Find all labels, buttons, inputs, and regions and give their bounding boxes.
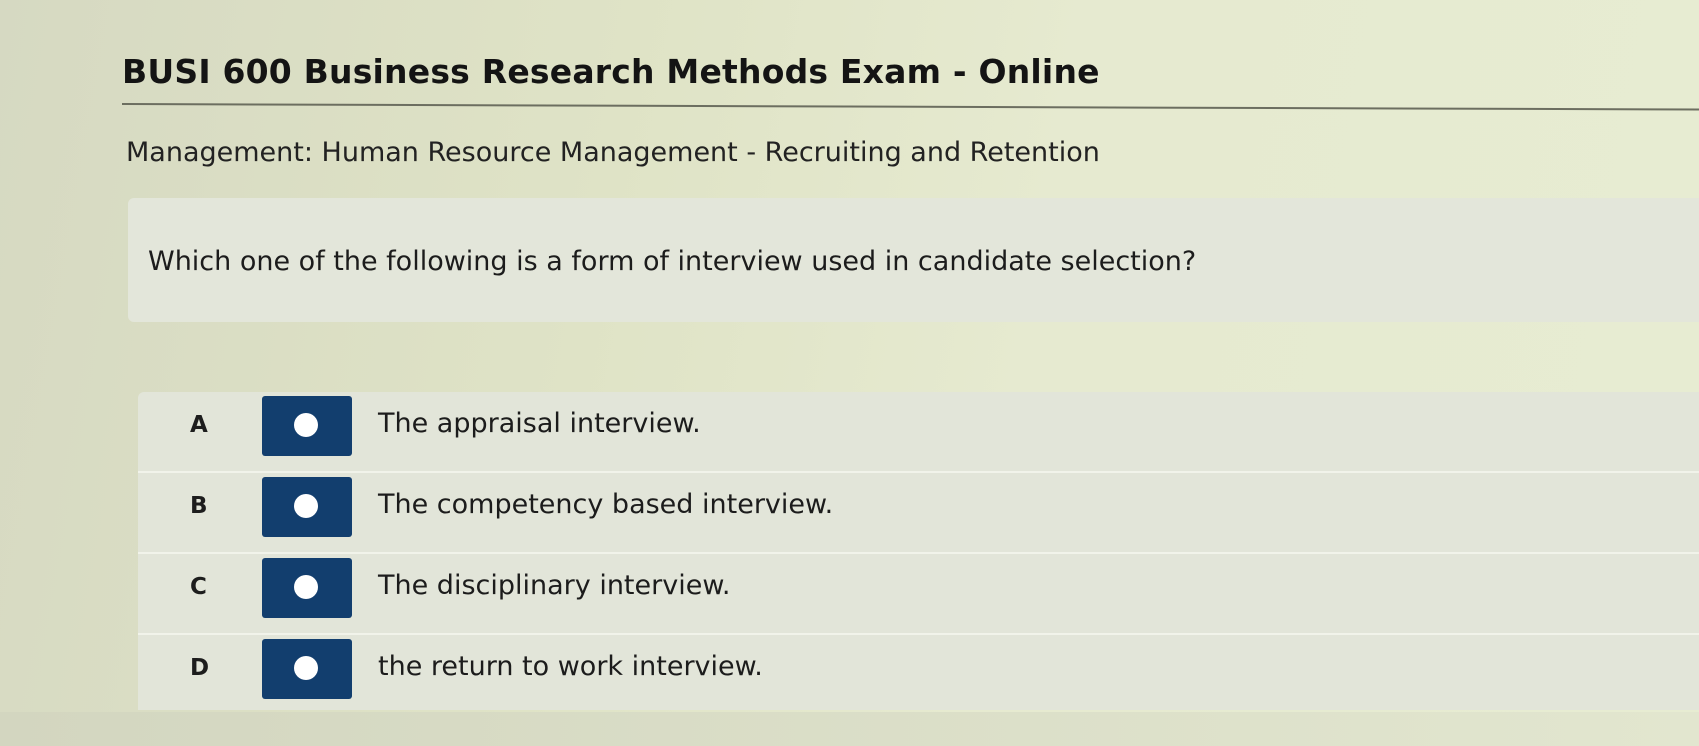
page-footer-background	[0, 712, 1699, 746]
option-letter: C	[190, 574, 207, 600]
question-category: Management: Human Resource Management - …	[126, 137, 1100, 168]
option-text[interactable]: the return to work interview.	[378, 651, 763, 682]
radio-button-d[interactable]	[262, 639, 352, 699]
radio-dot-icon	[294, 656, 318, 680]
answer-option-a[interactable]: A The appraisal interview.	[138, 392, 1699, 473]
option-text[interactable]: The competency based interview.	[378, 489, 833, 520]
option-text[interactable]: The disciplinary interview.	[378, 570, 731, 601]
radio-dot-icon	[294, 575, 318, 599]
title-divider	[121, 103, 1699, 111]
option-letter: B	[190, 493, 208, 519]
option-text[interactable]: The appraisal interview.	[378, 408, 701, 439]
answer-options-list: A The appraisal interview. B The compete…	[138, 392, 1699, 710]
option-letter: A	[190, 412, 208, 438]
radio-dot-icon	[294, 413, 318, 437]
answer-option-b[interactable]: B The competency based interview.	[138, 473, 1699, 554]
radio-dot-icon	[294, 494, 318, 518]
option-letter: D	[190, 655, 210, 681]
page-title: BUSI 600 Business Research Methods Exam …	[122, 52, 1100, 91]
radio-button-b[interactable]	[262, 477, 352, 537]
radio-button-a[interactable]	[262, 396, 352, 456]
answer-option-d[interactable]: D the return to work interview.	[138, 635, 1699, 715]
question-text: Which one of the following is a form of …	[148, 246, 1197, 277]
answer-option-c[interactable]: C The disciplinary interview.	[138, 554, 1699, 635]
radio-button-c[interactable]	[262, 558, 352, 618]
